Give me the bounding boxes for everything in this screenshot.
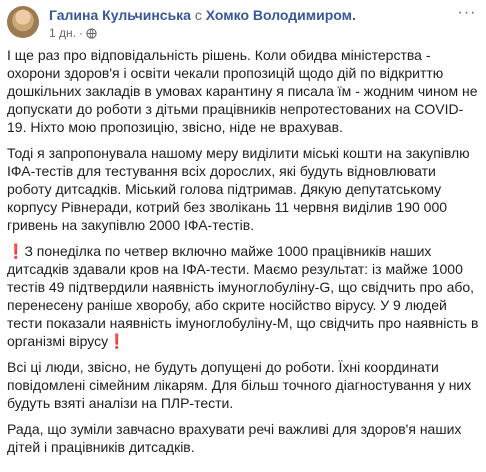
post-time[interactable]: 1 дн.	[49, 26, 76, 40]
post-paragraph: І ще раз про відповідальність рішень. Ко…	[7, 46, 479, 136]
exclamation-icon: ❗	[7, 243, 25, 259]
author-name[interactable]: Галина Кульчинська	[49, 7, 191, 23]
author-line: Галина Кульчинська с Хомко Володимиром.	[49, 6, 356, 24]
post-paragraph: Тоді я запропонувала нашому меру виділит…	[7, 144, 479, 234]
post-paragraph: Всі ці люди, звісно, не будуть допущені …	[7, 358, 479, 412]
paragraph-text: І ще раз про відповідальність рішень. Ко…	[7, 47, 478, 135]
paragraph-text: Тоді я запропонувала нашому меру виділит…	[7, 145, 470, 233]
globe-icon[interactable]	[86, 27, 97, 39]
avatar[interactable]	[7, 6, 39, 38]
exclamation-icon: ❗	[108, 333, 126, 349]
post-paragraph: Рада, що зуміли завчасно врахувати речі …	[7, 420, 479, 456]
tagged-person[interactable]: Хомко Володимиром.	[206, 7, 356, 23]
post-paragraph: ❗З понеділка по четвер включно майже 100…	[7, 242, 479, 350]
meta-separator: ·	[78, 26, 83, 40]
paragraph-text: З понеділка по четвер включно майже 1000…	[7, 243, 479, 349]
post-meta: 1 дн. ·	[49, 26, 97, 40]
post-body: І ще раз про відповідальність рішень. Ко…	[7, 46, 479, 464]
facebook-post: Галина Кульчинська с Хомко Володимиром. …	[0, 0, 486, 472]
more-options-icon[interactable]: ···	[457, 5, 477, 26]
paragraph-text: Рада, що зуміли завчасно врахувати речі …	[7, 421, 462, 455]
post-header: Галина Кульчинська с Хомко Володимиром. …	[7, 4, 479, 40]
with-text: с	[194, 7, 202, 23]
paragraph-text: Всі ці люди, звісно, не будуть допущені …	[7, 359, 472, 411]
